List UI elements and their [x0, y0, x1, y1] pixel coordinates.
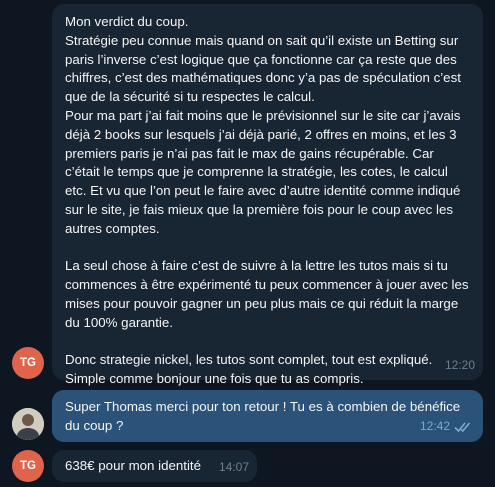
double-check-icon — [454, 422, 471, 433]
avatar[interactable]: TG — [12, 347, 44, 379]
message-text: Mon verdict du coup. Stratégie peu connu… — [65, 14, 469, 387]
avatar-initials: TG — [20, 460, 36, 472]
message-text: Super Thomas merci pour ton retour ! Tu … — [65, 399, 464, 433]
avatar[interactable] — [12, 408, 44, 440]
message-bubble-incoming: Mon verdict du coup. Stratégie peu connu… — [52, 4, 483, 386]
avatar-initials: TG — [20, 357, 36, 369]
message-bubble-outgoing: Super Thomas merci pour ton retour ! Tu … — [52, 390, 483, 442]
avatar[interactable]: TG — [12, 450, 44, 482]
message-bubble-incoming: 638€ pour mon identité 14:07 — [52, 450, 257, 482]
profile-photo-icon — [12, 408, 44, 440]
message-time: 12:42 — [419, 419, 450, 434]
message-time: 14:07 — [218, 460, 249, 475]
message-time: 12:20 — [444, 358, 475, 373]
